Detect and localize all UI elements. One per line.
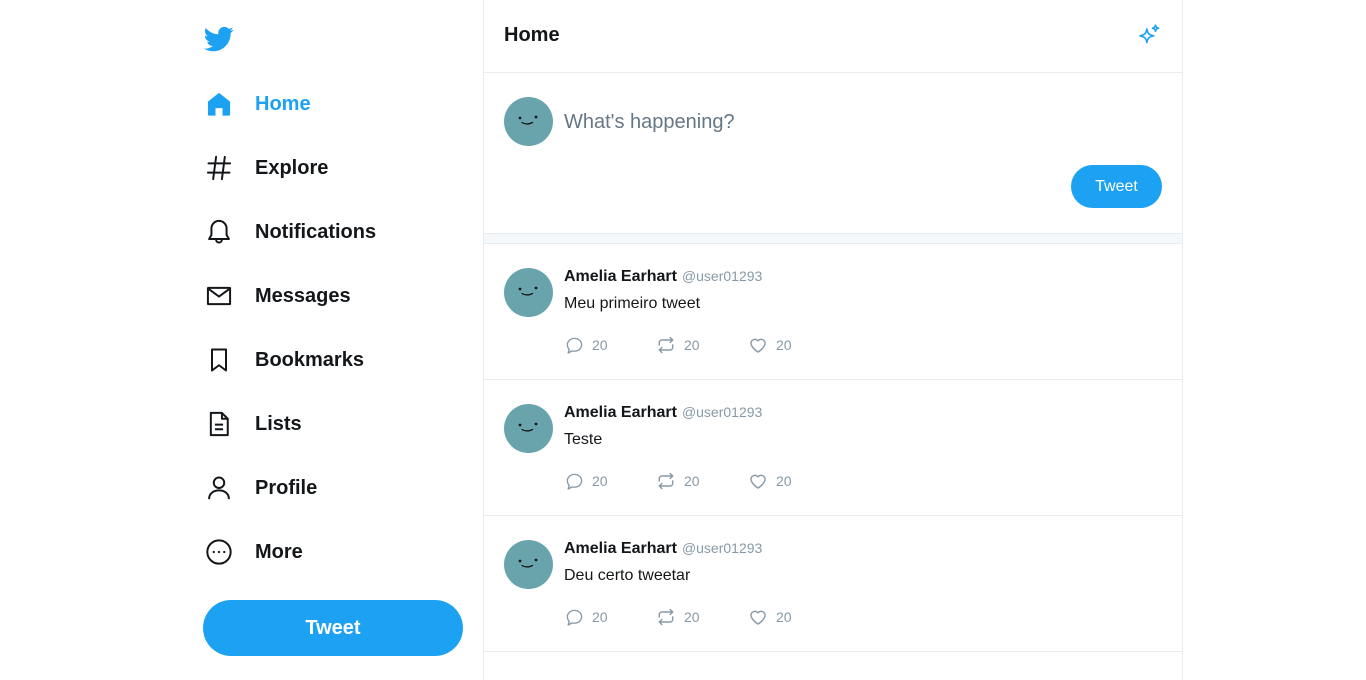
home-timeline: Home Tweet Amelia Earhart @user01293 Meu… [483, 0, 1183, 680]
reply-icon [564, 471, 584, 491]
compose-input[interactable] [564, 109, 1144, 135]
sidebar-item-messages[interactable]: Messages [203, 276, 351, 316]
person-icon [203, 472, 235, 504]
like-count: 20 [776, 609, 792, 625]
tweet-text: Deu certo tweetar [564, 567, 691, 584]
sidebar-item-notifications[interactable]: Notifications [203, 212, 376, 252]
retweet-count: 20 [684, 337, 700, 353]
tweet-text: Meu primeiro tweet [564, 295, 701, 312]
like-count: 20 [776, 473, 792, 489]
sidebar: Home Explore Notifications Messages Book… [183, 0, 483, 680]
retweet-button[interactable]: 20 [656, 471, 748, 491]
reply-count: 20 [592, 473, 608, 489]
sidebar-item-lists[interactable]: Lists [203, 404, 302, 444]
tweet-item[interactable]: Amelia Earhart @user01293 Meu primeiro t… [484, 244, 1182, 380]
tweet-header: Amelia Earhart @user01293 [564, 540, 762, 558]
sidebar-item-label: Bookmarks [255, 348, 364, 371]
tweet-header: Amelia Earhart @user01293 [564, 268, 762, 286]
avatar[interactable] [504, 540, 553, 589]
tweet-header: Amelia Earhart @user01293 [564, 404, 762, 422]
sparkle-icon[interactable] [1136, 23, 1162, 49]
tweet-author-name[interactable]: Amelia Earhart [564, 268, 677, 286]
reply-icon [564, 607, 584, 627]
avatar[interactable] [504, 268, 553, 317]
tweet-composer: Tweet [484, 73, 1182, 233]
like-button[interactable]: 20 [748, 607, 840, 627]
tweet-actions: 20 20 20 [564, 607, 840, 627]
more-dots-icon [203, 536, 235, 568]
retweet-count: 20 [684, 609, 700, 625]
tweet-author-handle[interactable]: @user01293 [682, 268, 762, 284]
hashtag-icon [203, 152, 235, 184]
tweet-actions: 20 20 20 [564, 335, 840, 355]
sidebar-item-explore[interactable]: Explore [203, 148, 328, 188]
sidebar-item-label: Lists [255, 412, 302, 435]
sidebar-item-label: Explore [255, 156, 329, 179]
reply-count: 20 [592, 609, 608, 625]
like-button[interactable]: 20 [748, 471, 840, 491]
twitter-bird-icon[interactable] [203, 24, 235, 54]
like-button[interactable]: 20 [748, 335, 840, 355]
list-document-icon [203, 408, 235, 440]
retweet-icon [656, 607, 676, 627]
reply-count: 20 [592, 337, 608, 353]
bell-icon [203, 216, 235, 248]
avatar[interactable] [504, 97, 553, 146]
reply-button[interactable]: 20 [564, 471, 656, 491]
tweet-item[interactable]: Amelia Earhart @user01293 Deu certo twee… [484, 516, 1182, 652]
avatar[interactable] [504, 404, 553, 453]
retweet-icon [656, 335, 676, 355]
reply-icon [564, 335, 584, 355]
sidebar-item-label: Home [255, 92, 311, 115]
reply-button[interactable]: 20 [564, 607, 656, 627]
tweet-author-name[interactable]: Amelia Earhart [564, 404, 677, 422]
envelope-icon [203, 280, 235, 312]
retweet-count: 20 [684, 473, 700, 489]
retweet-icon [656, 471, 676, 491]
sidebar-item-label: Messages [255, 284, 351, 307]
heart-icon [748, 607, 768, 627]
tweet-actions: 20 20 20 [564, 471, 840, 491]
home-icon [203, 88, 235, 120]
compose-tweet-button[interactable]: Tweet [1071, 165, 1162, 208]
tweet-author-handle[interactable]: @user01293 [682, 540, 762, 556]
sidebar-item-label: More [255, 540, 303, 563]
tweet-text: Teste [564, 431, 603, 448]
section-divider [484, 233, 1182, 244]
heart-icon [748, 471, 768, 491]
tweet-author-handle[interactable]: @user01293 [682, 404, 762, 420]
heart-icon [748, 335, 768, 355]
sidebar-item-bookmarks[interactable]: Bookmarks [203, 340, 364, 380]
like-count: 20 [776, 337, 792, 353]
sidebar-item-label: Profile [255, 476, 318, 499]
sidebar-item-home[interactable]: Home [203, 84, 311, 124]
sidebar-item-label: Notifications [255, 220, 377, 243]
retweet-button[interactable]: 20 [656, 335, 748, 355]
retweet-button[interactable]: 20 [656, 607, 748, 627]
sidebar-tweet-button[interactable]: Tweet [203, 600, 463, 656]
timeline-header: Home [484, 0, 1182, 73]
tweet-item[interactable]: Amelia Earhart @user01293 Teste 20 20 20 [484, 380, 1182, 516]
sidebar-item-more[interactable]: More [203, 532, 303, 572]
sidebar-item-profile[interactable]: Profile [203, 468, 317, 508]
bookmark-icon [203, 344, 235, 376]
reply-button[interactable]: 20 [564, 335, 656, 355]
page-title: Home [504, 24, 560, 46]
tweet-author-name[interactable]: Amelia Earhart [564, 540, 677, 558]
